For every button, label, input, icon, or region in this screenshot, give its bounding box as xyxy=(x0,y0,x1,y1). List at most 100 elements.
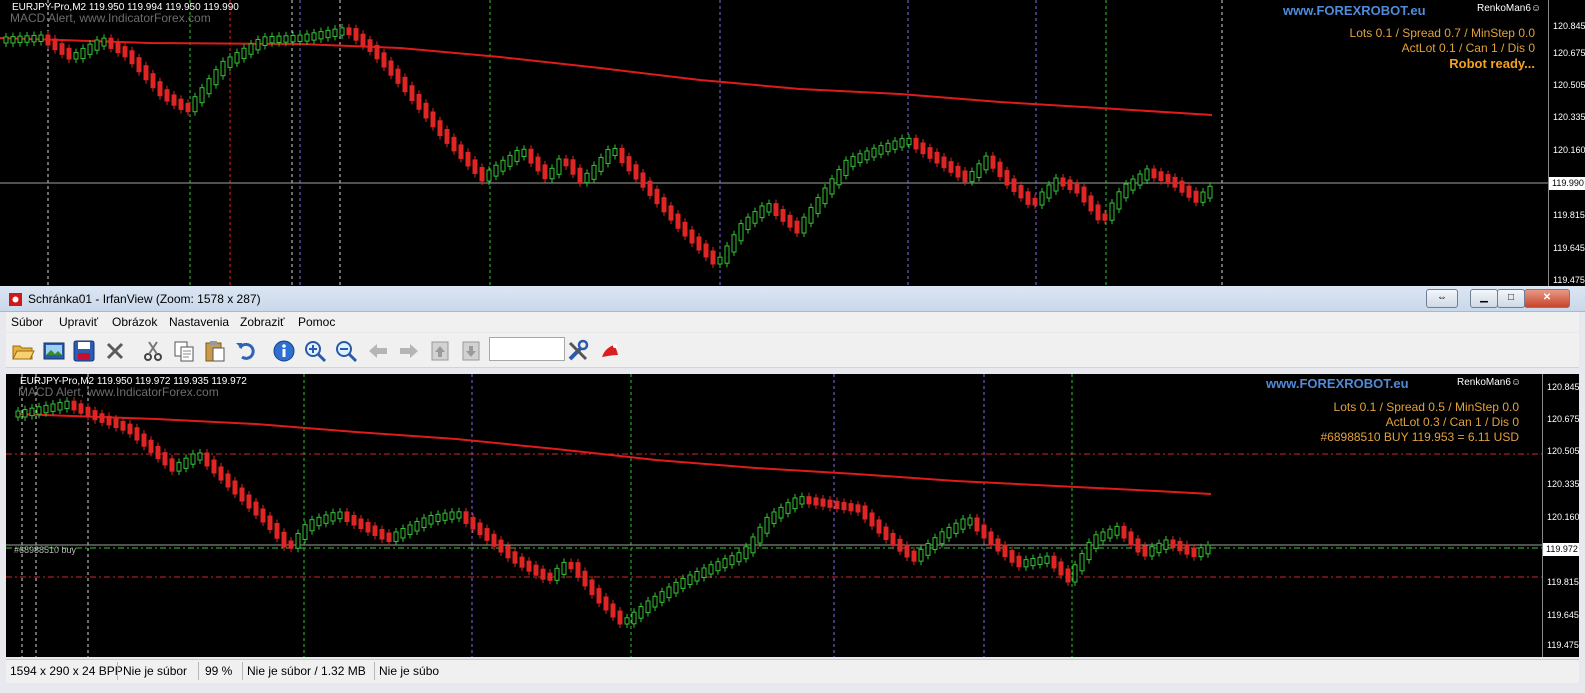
candle-body xyxy=(904,544,910,558)
candle-body xyxy=(920,142,926,155)
candle-body xyxy=(1149,546,1155,557)
price-tick: 120.845 xyxy=(1547,382,1579,392)
minimize-button[interactable]: ▁ xyxy=(1470,289,1498,308)
candle-body xyxy=(339,27,345,36)
candle-body xyxy=(841,502,847,511)
cut-icon[interactable] xyxy=(141,339,165,363)
menu-edit[interactable]: Upraviť xyxy=(59,315,98,329)
save-icon[interactable] xyxy=(72,339,96,363)
candle-body xyxy=(591,164,597,180)
candle-body xyxy=(610,603,616,618)
candle-body xyxy=(1193,190,1199,203)
candle-body xyxy=(318,31,324,40)
candle-body xyxy=(759,205,765,219)
candle-body xyxy=(981,524,987,539)
menu-help[interactable]: Pomoc xyxy=(298,315,335,329)
price-tick: 120.675 xyxy=(1553,48,1585,58)
candle-body xyxy=(1109,202,1115,221)
copy-icon[interactable] xyxy=(172,339,196,363)
candle-body xyxy=(780,209,786,222)
undo-icon[interactable] xyxy=(234,339,258,363)
info-icon[interactable] xyxy=(272,339,296,363)
irfanview-icon[interactable] xyxy=(598,339,622,363)
candle-body xyxy=(955,165,961,178)
candle-body xyxy=(689,229,695,244)
candle-body xyxy=(295,533,301,549)
candle-body xyxy=(402,76,408,93)
candle-body xyxy=(360,33,366,47)
candle-body xyxy=(799,496,805,505)
candle-body xyxy=(185,102,191,113)
candle-body xyxy=(647,180,653,196)
close-button[interactable]: ✕ xyxy=(1524,289,1570,308)
candle-body xyxy=(1074,183,1080,194)
inner-watermark: MACD Alert, www.IndicatorForex.com xyxy=(18,385,219,399)
candle-body xyxy=(367,39,373,52)
candle-body xyxy=(197,452,203,461)
price-tick: 120.845 xyxy=(1553,21,1585,31)
candle-body xyxy=(323,514,329,524)
candle-body xyxy=(358,518,364,529)
candle-body xyxy=(507,154,513,167)
candle-body xyxy=(577,167,583,184)
background-chart: EURJPY-Pro,M2 119.950 119.994 119.950 11… xyxy=(0,0,1585,287)
previous-icon[interactable] xyxy=(366,339,390,363)
candle-body xyxy=(960,518,966,530)
price-tick: 119.815 xyxy=(1553,210,1585,220)
candle-body xyxy=(666,586,672,599)
candle-body xyxy=(521,148,527,158)
candle-body xyxy=(1079,553,1085,572)
zoom-input[interactable] xyxy=(489,337,565,361)
candle-body xyxy=(787,214,793,228)
paste-icon[interactable] xyxy=(203,339,227,363)
delete-icon[interactable] xyxy=(103,339,127,363)
next-icon[interactable] xyxy=(397,339,421,363)
menu-image[interactable]: Obrázok xyxy=(112,315,157,329)
candle-body xyxy=(458,144,464,159)
maximize-button[interactable]: □ xyxy=(1497,289,1525,308)
candle-body xyxy=(736,552,742,563)
zoom-out-icon[interactable] xyxy=(334,339,358,363)
candle-body xyxy=(239,487,245,502)
candle-body xyxy=(549,167,555,180)
candle-body xyxy=(169,458,175,472)
candle-body xyxy=(477,522,483,536)
candle-body xyxy=(143,65,149,81)
zoom-in-icon[interactable] xyxy=(303,339,327,363)
page-up-icon[interactable] xyxy=(428,339,452,363)
settings-icon[interactable] xyxy=(566,339,590,363)
order-line-label: #68988510 buy xyxy=(14,545,77,555)
candle-body xyxy=(388,60,394,76)
candle-body xyxy=(444,129,450,144)
candle-body xyxy=(1032,197,1038,206)
menu-options[interactable]: Nastavenia xyxy=(169,315,229,329)
restore-size-button[interactable]: ⇔ xyxy=(1426,289,1458,308)
candle-body xyxy=(3,36,9,44)
candle-body xyxy=(946,526,952,539)
candle-body xyxy=(997,161,1003,178)
candle-body xyxy=(834,500,840,510)
title-bar[interactable]: Schránka01 - IrfanView (Zoom: 1578 x 287… xyxy=(0,286,1585,312)
candle-body xyxy=(134,427,140,441)
candle-body xyxy=(395,68,401,84)
status-image-info: 1594 x 290 x 24 BPP xyxy=(10,664,123,678)
candle-body xyxy=(514,150,520,162)
page-down-icon[interactable] xyxy=(459,339,483,363)
candle-body xyxy=(1093,534,1099,549)
menu-file[interactable]: Súbor xyxy=(11,315,43,329)
candle-body xyxy=(589,579,595,596)
candle-body xyxy=(687,574,693,585)
thumbnails-icon[interactable] xyxy=(42,339,66,363)
candle-body xyxy=(990,155,996,169)
candle-body xyxy=(722,558,728,569)
candle-body xyxy=(372,525,378,536)
ea-name: RenkoMan6☺ xyxy=(1477,3,1542,14)
candle-body xyxy=(94,39,100,51)
candle-body xyxy=(66,47,72,60)
candle-body xyxy=(953,522,959,534)
price-tick: 120.335 xyxy=(1553,112,1585,122)
current-price-label: 119.990 xyxy=(1549,177,1585,190)
candle-body xyxy=(827,499,833,508)
menu-view[interactable]: Zobraziť xyxy=(240,315,285,329)
open-icon[interactable] xyxy=(11,339,35,363)
